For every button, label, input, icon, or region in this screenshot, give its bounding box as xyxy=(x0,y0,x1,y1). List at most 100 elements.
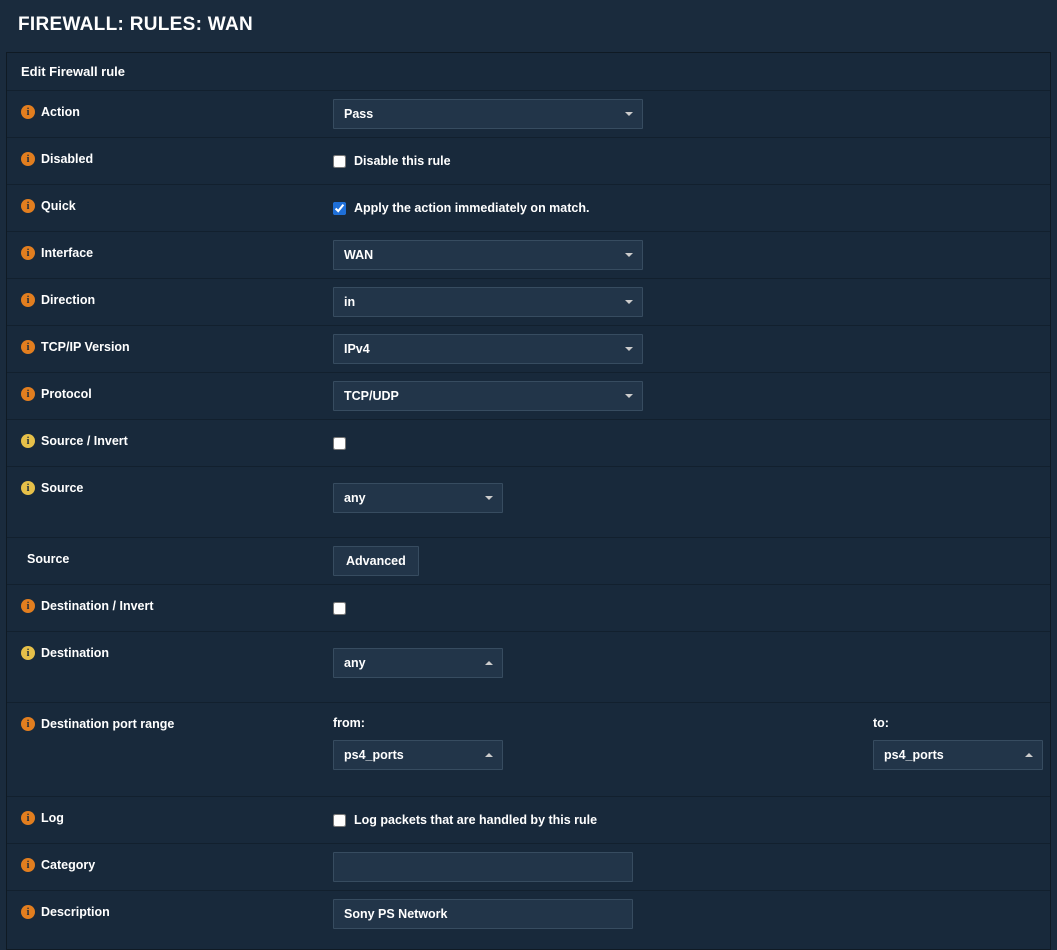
info-icon[interactable]: i xyxy=(21,105,35,119)
direction-select[interactable]: in xyxy=(333,287,643,317)
description-input[interactable] xyxy=(333,899,633,929)
row-interface: i Interface WAN xyxy=(7,232,1050,279)
label-action-text: Action xyxy=(41,105,80,119)
panel-title: Edit Firewall rule xyxy=(7,53,1050,91)
row-protocol: i Protocol TCP/UDP xyxy=(7,373,1050,420)
label-direction-text: Direction xyxy=(41,293,95,307)
category-input[interactable] xyxy=(333,852,633,882)
label-destination-invert: i Destination / Invert xyxy=(7,585,319,627)
quick-checkbox-label: Apply the action immediately on match. xyxy=(354,201,589,215)
port-from-label: from: xyxy=(333,716,503,734)
label-log-text: Log xyxy=(41,811,64,825)
row-destination-invert: i Destination / Invert xyxy=(7,585,1050,632)
row-source-invert: i Source / Invert xyxy=(7,420,1050,467)
edit-firewall-rule-panel: Edit Firewall rule i Action Pass i Disab… xyxy=(6,52,1051,950)
port-to-label: to: xyxy=(873,716,1043,734)
info-icon[interactable]: i xyxy=(21,434,35,448)
direction-select-value: in xyxy=(344,295,355,309)
log-checkbox[interactable] xyxy=(333,814,346,827)
chevron-up-icon xyxy=(485,661,493,665)
disabled-checkbox[interactable] xyxy=(333,155,346,168)
label-action: i Action xyxy=(7,91,319,133)
info-icon[interactable]: i xyxy=(21,646,35,660)
disabled-checkbox-label: Disable this rule xyxy=(354,154,451,168)
row-direction: i Direction in xyxy=(7,279,1050,326)
destination-invert-checkbox[interactable] xyxy=(333,602,346,615)
info-icon[interactable]: i xyxy=(21,340,35,354)
source-select[interactable]: any xyxy=(333,483,503,513)
info-icon[interactable]: i xyxy=(21,717,35,731)
protocol-select[interactable]: TCP/UDP xyxy=(333,381,643,411)
advanced-button[interactable]: Advanced xyxy=(333,546,419,576)
chevron-up-icon xyxy=(1025,753,1033,757)
row-quick: i Quick Apply the action immediately on … xyxy=(7,185,1050,232)
info-icon[interactable]: i xyxy=(21,246,35,260)
interface-select-value: WAN xyxy=(344,248,373,262)
label-protocol-text: Protocol xyxy=(41,387,92,401)
label-destination-port-range-text: Destination port range xyxy=(41,717,174,731)
row-destination-port-range: i Destination port range from: ps4_ports xyxy=(7,703,1050,797)
label-destination-invert-text: Destination / Invert xyxy=(41,599,154,613)
label-destination-port-range: i Destination port range xyxy=(7,703,319,745)
label-tcpip: i TCP/IP Version xyxy=(7,326,319,368)
log-checkbox-label: Log packets that are handled by this rul… xyxy=(354,813,597,827)
quick-checkbox[interactable] xyxy=(333,202,346,215)
chevron-up-icon xyxy=(485,753,493,757)
info-icon[interactable]: i xyxy=(21,387,35,401)
info-icon[interactable]: i xyxy=(21,811,35,825)
info-icon[interactable]: i xyxy=(21,599,35,613)
action-select-value: Pass xyxy=(344,107,373,121)
info-icon[interactable]: i xyxy=(21,199,35,213)
source-select-value: any xyxy=(344,491,366,505)
label-destination: i Destination xyxy=(7,632,319,674)
chevron-down-icon xyxy=(625,347,633,351)
label-source-text: Source xyxy=(41,481,83,495)
label-log: i Log xyxy=(7,797,319,839)
port-to-select-value: ps4_ports xyxy=(884,748,944,762)
label-quick-text: Quick xyxy=(41,199,76,213)
page-title: FIREWALL: RULES: WAN xyxy=(0,0,1057,46)
info-icon[interactable]: i xyxy=(21,293,35,307)
row-description: i Description xyxy=(7,891,1050,949)
advanced-button-label: Advanced xyxy=(346,554,406,568)
info-icon[interactable]: i xyxy=(21,152,35,166)
row-destination: i Destination any xyxy=(7,632,1050,703)
interface-select[interactable]: WAN xyxy=(333,240,643,270)
row-source-advanced: Source Advanced xyxy=(7,538,1050,585)
port-to-select[interactable]: ps4_ports xyxy=(873,740,1043,770)
chevron-down-icon xyxy=(625,394,633,398)
info-icon[interactable]: i xyxy=(21,481,35,495)
label-category-text: Category xyxy=(41,858,95,872)
port-from-select[interactable]: ps4_ports xyxy=(333,740,503,770)
label-description-text: Description xyxy=(41,905,110,919)
label-disabled: i Disabled xyxy=(7,138,319,180)
chevron-down-icon xyxy=(625,253,633,257)
info-icon[interactable]: i xyxy=(21,858,35,872)
label-source-invert-text: Source / Invert xyxy=(41,434,128,448)
action-select[interactable]: Pass xyxy=(333,99,643,129)
label-source-invert: i Source / Invert xyxy=(7,420,319,462)
label-destination-text: Destination xyxy=(41,646,109,660)
label-category: i Category xyxy=(7,844,319,886)
label-disabled-text: Disabled xyxy=(41,152,93,166)
source-invert-checkbox[interactable] xyxy=(333,437,346,450)
label-tcpip-text: TCP/IP Version xyxy=(41,340,130,354)
chevron-down-icon xyxy=(485,496,493,500)
label-quick: i Quick xyxy=(7,185,319,227)
label-description: i Description xyxy=(7,891,319,933)
chevron-down-icon xyxy=(625,112,633,116)
row-tcpip: i TCP/IP Version IPv4 xyxy=(7,326,1050,373)
label-source-advanced: Source xyxy=(7,538,319,580)
label-direction: i Direction xyxy=(7,279,319,321)
row-action: i Action Pass xyxy=(7,91,1050,138)
label-interface: i Interface xyxy=(7,232,319,274)
label-interface-text: Interface xyxy=(41,246,93,260)
tcpip-select[interactable]: IPv4 xyxy=(333,334,643,364)
destination-select[interactable]: any xyxy=(333,648,503,678)
tcpip-select-value: IPv4 xyxy=(344,342,370,356)
destination-select-value: any xyxy=(344,656,366,670)
info-icon[interactable]: i xyxy=(21,905,35,919)
row-disabled: i Disabled Disable this rule xyxy=(7,138,1050,185)
label-source: i Source xyxy=(7,467,319,509)
row-source: i Source any xyxy=(7,467,1050,538)
